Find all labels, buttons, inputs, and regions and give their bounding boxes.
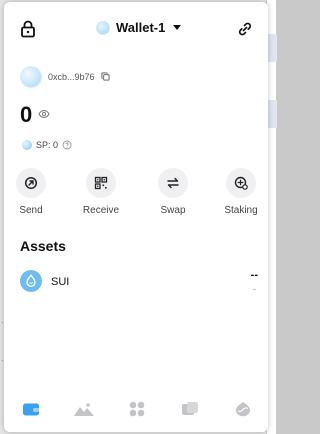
sp-label: SP: 0 — [36, 140, 59, 150]
account-row: 0xcb...9b76 — [20, 66, 111, 88]
lock-button[interactable] — [17, 17, 39, 41]
send-button-circle — [16, 168, 46, 198]
link-icon — [238, 22, 252, 36]
background-band — [267, 100, 277, 128]
sui-drop-icon — [26, 274, 36, 287]
caret-down-icon — [173, 25, 182, 30]
asset-row-sui[interactable]: SUI -- - — [20, 269, 258, 295]
info-icon[interactable] — [62, 140, 72, 150]
staking-label: Staking — [224, 205, 258, 216]
background-band — [267, 34, 277, 62]
send-label: Send — [19, 205, 43, 216]
nav-item-nft[interactable] — [73, 398, 95, 420]
apps-grid-icon — [129, 401, 145, 417]
sp-token-icon — [22, 140, 32, 150]
asset-value: -- — [250, 269, 258, 281]
send-button[interactable]: Send — [4, 168, 58, 216]
wallet-avatar — [96, 20, 110, 35]
swap-button-circle — [158, 168, 188, 198]
account-avatar — [20, 66, 42, 88]
connect-link-button[interactable] — [234, 17, 256, 41]
account-address[interactable]: 0xcb...9b76 — [48, 72, 95, 82]
balance-row: 0 — [20, 102, 50, 128]
send-icon — [24, 176, 38, 190]
eye-icon[interactable] — [38, 109, 50, 121]
mountains-icon — [74, 403, 94, 416]
globe-icon — [236, 402, 250, 417]
cards-icon — [182, 402, 198, 415]
receive-label: Receive — [82, 205, 120, 216]
assets-heading: Assets — [20, 238, 66, 254]
bottom-nav — [4, 390, 268, 428]
wallet-icon — [23, 403, 39, 416]
nav-item-network[interactable] — [232, 398, 254, 420]
wallet-popup: Wallet-1 0xcb...9b76 0 SP: 0 Send Receiv… — [4, 2, 268, 432]
swap-icon — [167, 177, 179, 189]
nav-item-apps[interactable] — [126, 398, 148, 420]
swap-label: Swap — [160, 205, 186, 216]
receive-button-circle — [86, 168, 116, 198]
staking-icon — [234, 176, 248, 190]
wallet-switcher[interactable]: Wallet-1 — [96, 20, 182, 35]
nav-item-wallet[interactable] — [20, 398, 42, 420]
header: Wallet-1 — [4, 2, 268, 52]
balance-amount: 0 — [20, 102, 33, 127]
sui-token-icon — [20, 270, 42, 292]
sp-row: SP: 0 — [22, 140, 72, 150]
receive-button[interactable]: Receive — [74, 168, 128, 216]
wallet-name: Wallet-1 — [116, 20, 166, 35]
action-buttons: Send Receive Swap Staking — [4, 168, 268, 218]
asset-name: SUI — [51, 276, 70, 288]
copy-icon[interactable] — [100, 72, 111, 82]
asset-fiat-value: - — [253, 284, 256, 294]
staking-button[interactable]: Staking — [214, 168, 268, 216]
qr-code-icon — [94, 176, 108, 190]
swap-button[interactable]: Swap — [146, 168, 200, 216]
nav-item-activity[interactable] — [179, 398, 201, 420]
staking-button-circle — [226, 168, 256, 198]
lock-icon — [21, 20, 35, 38]
